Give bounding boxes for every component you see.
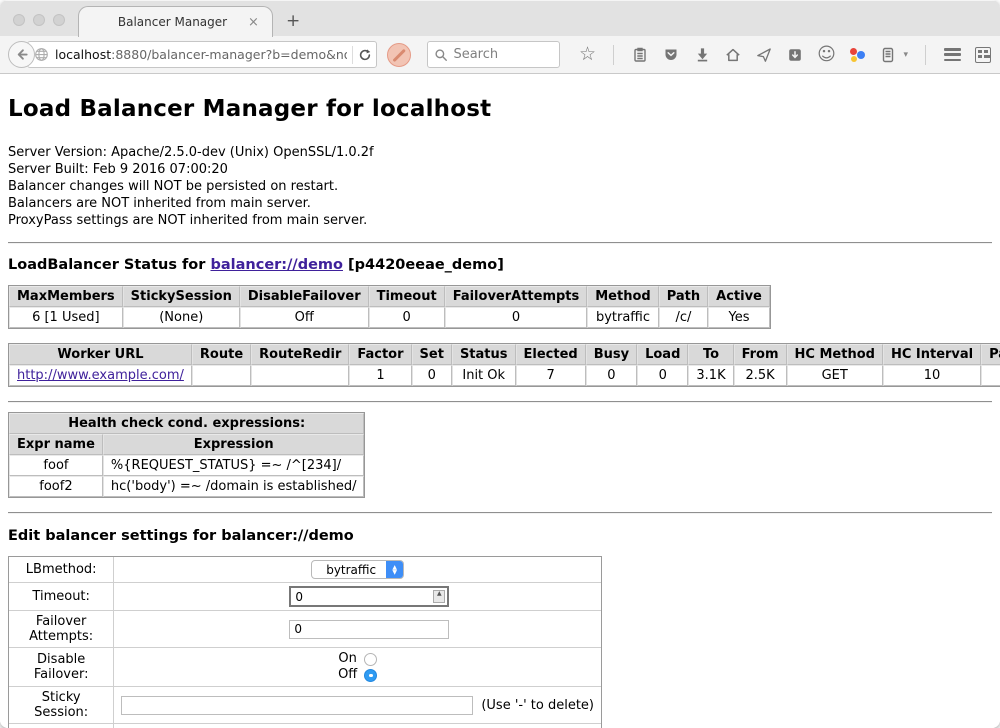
failover-attempts-label: Failover Attempts: [9, 611, 114, 648]
home-icon[interactable] [724, 46, 742, 64]
close-window-button[interactable] [13, 14, 25, 26]
worker-header-row: Worker URL Route RouteRedir Factor Set S… [9, 344, 1000, 365]
lbmethod-row: LBmethod: bytraffic ▲▼ [9, 557, 601, 583]
browser-window: Balancer Manager × + localhost:8880/bala… [0, 0, 1000, 728]
disable-failover-label: Disable Failover: [9, 648, 114, 687]
url-host: localhost [55, 47, 111, 62]
menu-hamburger-icon[interactable] [943, 46, 961, 64]
server-version: Server Version: Apache/2.5.0-dev (Unix) … [8, 144, 992, 161]
health-row-foof: foof %{REQUEST_STATUS} =~ /^[234]/ [9, 455, 364, 476]
server-info: Server Version: Apache/2.5.0-dev (Unix) … [8, 144, 992, 229]
note-persist: Balancer changes will NOT be persisted o… [8, 178, 992, 195]
grid-icon[interactable] [974, 46, 992, 64]
note-inherit-proxypass: ProxyPass settings are NOT inherited fro… [8, 212, 992, 229]
url-text: localhost:8880/balancer-manager?b=demo&n… [55, 47, 347, 62]
balancer-value-row: 6 [1 Used] (None) Off 0 0 bytraffic /c/ … [9, 307, 770, 328]
minimize-window-button[interactable] [33, 14, 45, 26]
loadbalancer-status-heading: LoadBalancer Status for balancer://demo … [8, 257, 992, 273]
health-check-table: Health check cond. expressions: Expr nam… [8, 412, 365, 498]
balancer-header-row: MaxMembers StickySession DisableFailover… [9, 286, 770, 307]
downloads-icon[interactable] [693, 46, 711, 64]
save-to-device-icon[interactable] [786, 46, 804, 64]
worker-value-row: http://www.example.com/ 1 0 Init Ok 7 0 … [9, 365, 1000, 386]
search-bar[interactable] [427, 41, 560, 68]
tab-bar: Balancer Manager × + [0, 0, 1000, 36]
note-inherit-balancers: Balancers are NOT inherited from main se… [8, 195, 992, 212]
url-bar[interactable]: localhost:8880/balancer-manager?b=demo&n… [27, 41, 377, 68]
bookmark-star-icon[interactable]: ☆ [578, 46, 596, 64]
window-controls [13, 14, 65, 26]
search-input[interactable] [453, 47, 553, 62]
edit-balancer-heading: Edit balancer settings for balancer://de… [8, 528, 992, 544]
balancer-status-table: MaxMembers StickySession DisableFailover… [8, 285, 771, 329]
pocket-icon[interactable] [662, 46, 680, 64]
divider [8, 512, 992, 514]
send-page-icon[interactable] [755, 46, 773, 64]
close-tab-icon[interactable]: × [248, 15, 266, 30]
lbmethod-label: LBmethod: [9, 557, 114, 583]
search-icon [434, 48, 448, 62]
tab-title: Balancer Manager [79, 15, 248, 29]
off-label: Off [338, 667, 357, 683]
zoom-window-button[interactable] [53, 14, 65, 26]
new-tab-button[interactable]: + [286, 11, 300, 31]
server-built: Server Built: Feb 9 2016 07:00:20 [8, 161, 992, 178]
health-title-row: Health check cond. expressions: [9, 413, 364, 434]
on-label: On [338, 651, 356, 667]
firefox-hello-dots-icon[interactable] [848, 46, 866, 64]
sticky-session-label: Sticky Session: [9, 687, 114, 724]
sticky-session-input[interactable] [121, 696, 473, 715]
balancer-demo-link[interactable]: balancer://demo [210, 257, 343, 273]
chevron-down-icon[interactable]: ▾ [903, 50, 908, 60]
disable-failover-on-radio[interactable] [364, 653, 377, 666]
timeout-label: Timeout: [9, 583, 114, 611]
bookmarks-menu-icon[interactable] [631, 46, 649, 64]
timeout-row: Timeout: ▲ [9, 583, 601, 611]
sticky-session-row: Sticky Session: (Use '-' to delete) [9, 687, 601, 724]
failover-attempts-input[interactable] [289, 620, 449, 639]
select-stepper-icon: ▲▼ [386, 561, 403, 578]
page-title: Load Balancer Manager for localhost [8, 96, 992, 122]
back-arrow-icon [14, 47, 29, 62]
number-spinner-icon[interactable]: ▲ [433, 590, 445, 603]
edit-balancer-form: LBmethod: bytraffic ▲▼ Timeout: ▲ [8, 556, 602, 728]
tab-balancer-manager[interactable]: Balancer Manager × [78, 6, 273, 37]
add-worker-row: Add New Worker: Are you sure? [9, 724, 601, 728]
navigation-toolbar: localhost:8880/balancer-manager?b=demo&n… [0, 36, 1000, 74]
disable-failover-row: Disable Failover: On Off [9, 648, 601, 687]
back-button[interactable] [8, 41, 35, 68]
content-blocked-icon[interactable] [387, 43, 411, 67]
reload-icon[interactable] [358, 48, 372, 62]
add-worker-label: Add New Worker: [9, 724, 114, 728]
toolbar-icons: ☆ ☺ [578, 45, 992, 65]
health-header-row: Expr name Expression [9, 434, 364, 455]
health-row-foof2: foof2 hc('body') =~ /domain is establish… [9, 476, 364, 497]
sticky-session-hint: (Use '-' to delete) [481, 698, 594, 713]
worker-url-link[interactable]: http://www.example.com/ [17, 368, 184, 383]
worker-table: Worker URL Route RouteRedir Factor Set S… [8, 343, 1000, 387]
url-path: :8880/balancer-manager?b=demo&nonce=decc… [111, 47, 347, 62]
chat-smiley-icon[interactable]: ☺ [817, 46, 835, 64]
lbmethod-select[interactable]: bytraffic ▲▼ [311, 560, 404, 579]
divider [8, 401, 992, 403]
timeout-input[interactable] [289, 586, 449, 607]
page-content: Load Balancer Manager for localhost Serv… [0, 74, 1000, 728]
divider [8, 242, 992, 244]
disable-failover-off-radio[interactable] [364, 669, 377, 682]
site-identity-globe-icon[interactable] [34, 47, 49, 62]
panel-icon[interactable] [879, 46, 897, 64]
failover-attempts-row: Failover Attempts: [9, 611, 601, 648]
lbmethod-selected-value: bytraffic [312, 561, 386, 578]
